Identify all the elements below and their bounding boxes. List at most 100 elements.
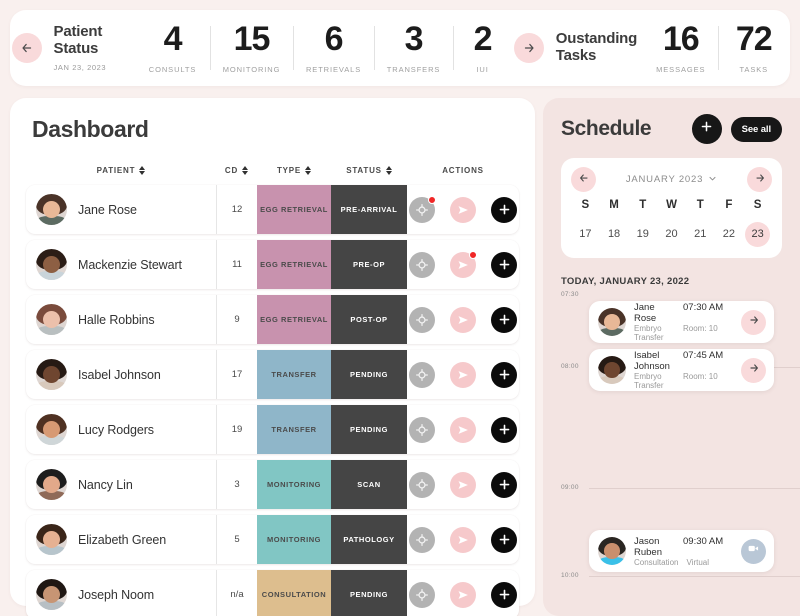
- stat-messages: 16 MESSAGES: [644, 22, 718, 74]
- send-icon-button[interactable]: [450, 361, 476, 388]
- calendar-day[interactable]: 21: [686, 222, 715, 247]
- add-icon-button[interactable]: [491, 361, 517, 388]
- appointment-card[interactable]: Jason Ruben 09:30 AM Consultation Virtua…: [589, 530, 774, 572]
- calendar-nav: JANUARY 2023: [571, 167, 772, 192]
- calendar-day[interactable]: 18: [600, 222, 629, 247]
- target-icon-button[interactable]: [409, 471, 435, 498]
- type-badge: TRANSFER: [257, 405, 331, 454]
- stat-label: RETRIEVALS: [305, 65, 362, 74]
- table-row[interactable]: Isabel Johnson 17 TRANSFER PENDING: [26, 350, 519, 399]
- patient-status-bar: Patient Status JAN 23, 2023 4 CONSULTS 1…: [10, 10, 790, 86]
- target-icon: [415, 203, 429, 217]
- sort-icon[interactable]: [305, 165, 312, 175]
- appointment-open-button[interactable]: [741, 309, 766, 335]
- target-icon-button[interactable]: [409, 416, 435, 443]
- column-header-status[interactable]: STATUS: [331, 165, 407, 175]
- add-icon-button[interactable]: [491, 306, 517, 333]
- arrow-left-icon: [20, 41, 34, 55]
- calendar-weekday-row: SMTWTFS: [571, 199, 772, 215]
- calendar-month-selector[interactable]: JANUARY 2023: [626, 174, 717, 186]
- calendar-day[interactable]: 23: [745, 222, 771, 247]
- column-header-type[interactable]: TYPE: [257, 165, 331, 175]
- calendar-day[interactable]: 22: [715, 222, 744, 247]
- target-icon-button[interactable]: [409, 195, 436, 223]
- outstanding-tasks-title-line2: Tasks: [555, 47, 597, 64]
- timeline-time-label: 07:30: [561, 291, 579, 298]
- column-label: STATUS: [346, 165, 382, 175]
- chevron-down-icon: [708, 174, 717, 186]
- avatar: [36, 249, 67, 280]
- status-badge: PRE-OP: [331, 240, 407, 289]
- add-icon-button[interactable]: [491, 581, 517, 608]
- back-button[interactable]: [11, 33, 42, 63]
- stat-label: IUI: [476, 65, 489, 74]
- see-all-button[interactable]: See all: [730, 116, 782, 142]
- calendar-day[interactable]: 19: [628, 222, 657, 247]
- status-badge: POST-OP: [331, 295, 407, 344]
- send-icon-button[interactable]: [450, 471, 476, 498]
- patient-name: Mackenzie Stewart: [78, 257, 182, 272]
- target-icon-button[interactable]: [409, 581, 435, 608]
- table-row[interactable]: Joseph Noom n/a CONSULTATION PENDING: [26, 570, 519, 616]
- forward-button[interactable]: [513, 33, 544, 63]
- calendar-day[interactable]: 17: [571, 222, 600, 247]
- patient-cell: Lucy Rodgers: [26, 405, 216, 454]
- appointment-card[interactable]: Jane Rose 07:30 AM Embryo Transfer Room:…: [589, 301, 774, 343]
- calendar-day[interactable]: 20: [657, 222, 686, 247]
- send-icon-button[interactable]: [450, 526, 476, 553]
- target-icon-button[interactable]: [409, 306, 435, 333]
- timeline-time-label: 09:00: [561, 484, 579, 491]
- avatar: [598, 356, 626, 384]
- send-icon-button[interactable]: [450, 581, 476, 608]
- appointment-location: Room: 10: [683, 372, 718, 381]
- add-icon-button[interactable]: [491, 416, 517, 443]
- send-icon: [456, 478, 470, 492]
- sort-icon[interactable]: [139, 165, 146, 175]
- patient-table: Jane Rose 12 EGG RETRIEVAL PRE-ARRIVAL M…: [26, 185, 519, 616]
- calendar-weekday: S: [753, 199, 762, 211]
- stat-value: 15: [233, 20, 271, 58]
- appointment-type: Consultation: [634, 557, 679, 567]
- table-row[interactable]: Lucy Rodgers 19 TRANSFER PENDING: [26, 405, 519, 454]
- appointment-open-button[interactable]: [741, 357, 766, 383]
- calendar-prev-button[interactable]: [571, 167, 596, 192]
- target-icon-button[interactable]: [409, 526, 435, 553]
- table-row[interactable]: Elizabeth Green 5 MONITORING PATHOLOGY: [26, 515, 519, 564]
- appointment-time: 07:30 AM: [683, 302, 724, 313]
- table-row[interactable]: Halle Robbins 9 EGG RETRIEVAL POST-OP: [26, 295, 519, 344]
- stat-tasks: 72 TASKS: [719, 22, 789, 74]
- add-appointment-button[interactable]: [691, 114, 722, 144]
- send-icon-button[interactable]: [450, 306, 476, 333]
- target-icon-button[interactable]: [409, 361, 435, 388]
- add-icon-button[interactable]: [491, 196, 517, 223]
- appointment-card[interactable]: Isabel Johnson 07:45 AM Embryo Transfer …: [589, 349, 774, 391]
- video-call-button[interactable]: [741, 538, 766, 564]
- sort-icon[interactable]: [385, 165, 392, 175]
- send-icon-button[interactable]: [450, 196, 476, 223]
- stat-consults: 4 CONSULTS: [136, 22, 210, 74]
- see-all-label: See all: [741, 123, 772, 135]
- plus-icon: [498, 423, 511, 436]
- patient-name: Lucy Rodgers: [78, 422, 154, 437]
- send-icon-button[interactable]: [450, 416, 476, 443]
- column-header-patient[interactable]: PATIENT: [26, 165, 216, 175]
- table-row[interactable]: Mackenzie Stewart 11 EGG RETRIEVAL PRE-O…: [26, 240, 519, 289]
- column-header-cd[interactable]: CD: [216, 165, 257, 175]
- calendar-month-label: JANUARY 2023: [625, 174, 704, 185]
- table-row[interactable]: Nancy Lin 3 MONITORING SCAN: [26, 460, 519, 509]
- appointment-patient-name: Jane Rose: [634, 302, 657, 324]
- appointment-type: Embryo Transfer: [634, 324, 664, 342]
- target-icon-button[interactable]: [409, 251, 435, 278]
- add-icon-button[interactable]: [491, 251, 517, 278]
- avatar: [36, 579, 67, 610]
- appointment-patient-name: Jason Ruben: [634, 535, 662, 558]
- calendar-weekday: M: [609, 199, 619, 211]
- sort-icon[interactable]: [242, 165, 249, 175]
- send-icon-button[interactable]: [450, 250, 477, 278]
- patient-name: Jane Rose: [78, 202, 137, 217]
- add-icon-button[interactable]: [491, 471, 517, 498]
- add-icon-button[interactable]: [491, 526, 517, 553]
- calendar-next-button[interactable]: [747, 167, 772, 192]
- table-row[interactable]: Jane Rose 12 EGG RETRIEVAL PRE-ARRIVAL: [26, 185, 519, 234]
- avatar: [36, 414, 67, 445]
